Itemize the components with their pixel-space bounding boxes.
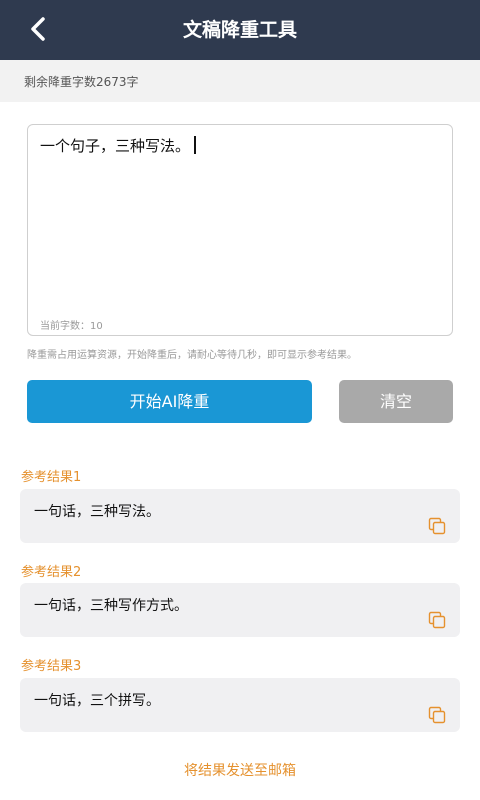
result-card-2: 一句话，三种写作方式。 — [20, 583, 460, 637]
result-text-3: 一句话，三个拼写。 — [34, 693, 160, 709]
send-to-email-link[interactable]: 将结果发送至邮箱 — [0, 760, 480, 780]
result-label-2: 参考结果2 — [21, 565, 82, 580]
char-count: 当前字数：10 — [40, 321, 103, 332]
processing-notice: 降重需占用运算资源，开始降重后，请耐心等待几秒，即可显示参考结果。 — [27, 350, 357, 361]
copy-icon[interactable] — [428, 517, 446, 535]
result-label-1: 参考结果1 — [21, 470, 82, 485]
copy-icon[interactable] — [428, 611, 446, 629]
editor-content[interactable]: 一个句子，三种写法。 — [40, 135, 196, 156]
page-title: 文稿降重工具 — [182, 19, 297, 41]
result-label-3: 参考结果3 — [21, 659, 82, 674]
start-ai-rewrite-button[interactable]: 开始AI降重 — [27, 380, 312, 423]
remaining-quota-text: 剩余降重字数2673字 — [24, 75, 139, 89]
result-card-1: 一句话，三种写法。 — [20, 489, 460, 543]
clear-button[interactable]: 清空 — [339, 380, 453, 423]
quota-bar: 剩余降重字数2673字 — [0, 60, 480, 102]
result-text-2: 一句话，三种写作方式。 — [34, 598, 188, 614]
result-card-3: 一句话，三个拼写。 — [20, 678, 460, 732]
app-header: 文稿降重工具 — [0, 0, 480, 60]
text-editor[interactable]: 一个句子，三种写法。 当前字数：10 — [27, 124, 453, 336]
copy-icon[interactable] — [428, 706, 446, 724]
text-caret — [194, 136, 196, 154]
editor-value: 一个句子，三种写法。 — [40, 137, 191, 155]
result-text-1: 一句话，三种写法。 — [34, 504, 160, 520]
